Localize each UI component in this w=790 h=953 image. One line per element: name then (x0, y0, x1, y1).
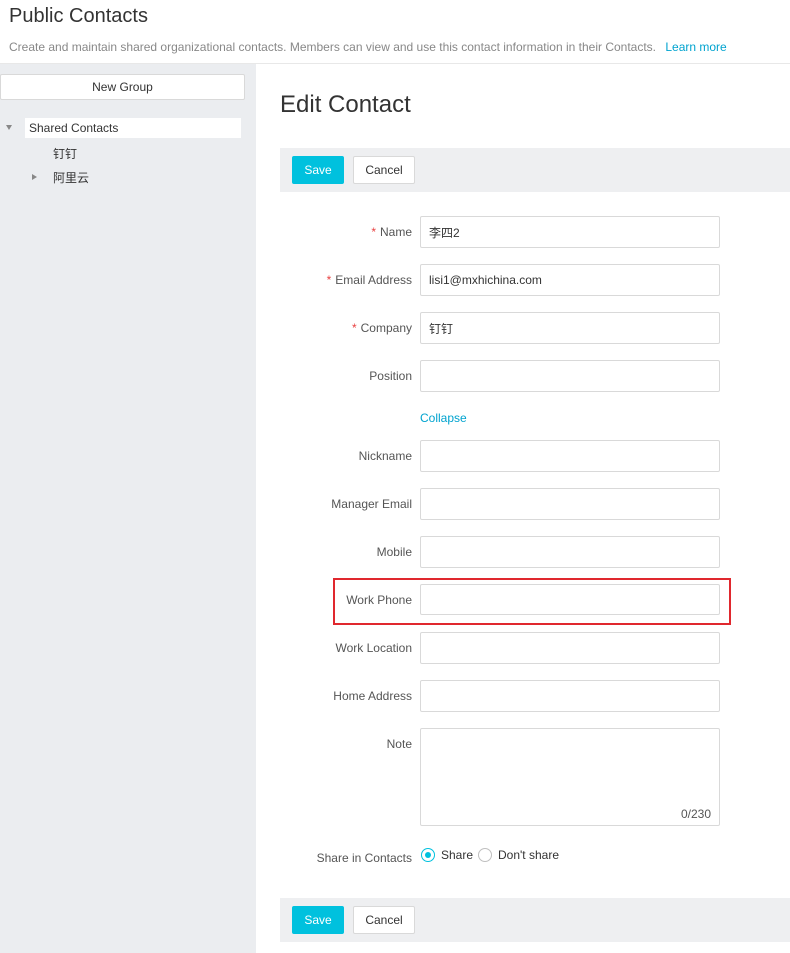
caret-down-icon[interactable] (6, 125, 12, 130)
company-field[interactable] (420, 312, 720, 344)
required-marker: * (351, 321, 357, 335)
manager-email-label: Manager Email (331, 497, 412, 511)
tree-item-label: 钉钉 (53, 147, 78, 161)
share-radio[interactable] (421, 848, 435, 862)
nickname-field[interactable] (420, 440, 720, 472)
caret-right-icon[interactable] (32, 174, 37, 180)
page-title: Public Contacts (9, 5, 148, 27)
work-phone-label: Work Phone (346, 593, 412, 607)
form-title: Edit Contact (280, 91, 411, 118)
email-field[interactable] (420, 264, 720, 296)
position-field[interactable] (420, 360, 720, 392)
tree-item-label: Shared Contacts (29, 121, 119, 135)
dont-share-option-label[interactable]: Don't share (498, 848, 559, 862)
nickname-label: Nickname (358, 449, 412, 463)
email-label: * Email Address (326, 273, 412, 287)
page-description-text: Create and maintain shared organizationa… (9, 40, 657, 54)
save-button-bottom[interactable]: Save (292, 906, 344, 934)
work-location-field[interactable] (420, 632, 720, 664)
position-label: Position (369, 369, 412, 383)
mobile-label: Mobile (376, 545, 412, 559)
new-group-button[interactable]: New Group (0, 74, 245, 100)
save-button[interactable]: Save (292, 156, 344, 184)
share-label: Share in Contacts (316, 851, 412, 865)
required-marker: * (371, 225, 376, 239)
mobile-field[interactable] (420, 536, 720, 568)
company-label: * Company (351, 321, 412, 335)
name-label: * Name (371, 225, 412, 239)
required-marker: * (326, 273, 332, 287)
page-description: Create and maintain shared organizationa… (9, 40, 727, 54)
collapse-link[interactable]: Collapse (420, 411, 467, 425)
home-address-label: Home Address (333, 689, 412, 703)
name-field[interactable] (420, 216, 720, 248)
tree-item-shared-contacts[interactable]: Shared Contacts (25, 118, 241, 138)
note-counter: 0/230 (680, 807, 711, 821)
top-toolbar: Save Cancel (280, 148, 790, 192)
sidebar: New Group Shared Contacts 钉钉 阿里云 (0, 64, 256, 953)
work-location-label: Work Location (335, 641, 412, 655)
work-phone-field[interactable] (420, 584, 720, 615)
cancel-button-bottom[interactable]: Cancel (353, 906, 415, 934)
note-textarea[interactable]: 0/230 (420, 728, 720, 826)
learn-more-link[interactable]: Learn more (665, 40, 726, 54)
share-option-label[interactable]: Share (441, 848, 473, 862)
home-address-field[interactable] (420, 680, 720, 712)
tree-item-label: 阿里云 (53, 171, 90, 185)
cancel-button[interactable]: Cancel (353, 156, 415, 184)
dont-share-radio[interactable] (478, 848, 492, 862)
tree-item-dingtalk[interactable]: 钉钉 (53, 145, 77, 162)
bottom-toolbar: Save Cancel (280, 898, 790, 942)
tree-item-aliyun[interactable]: 阿里云 (53, 169, 89, 186)
note-label: Note (386, 737, 412, 751)
manager-email-field[interactable] (420, 488, 720, 520)
